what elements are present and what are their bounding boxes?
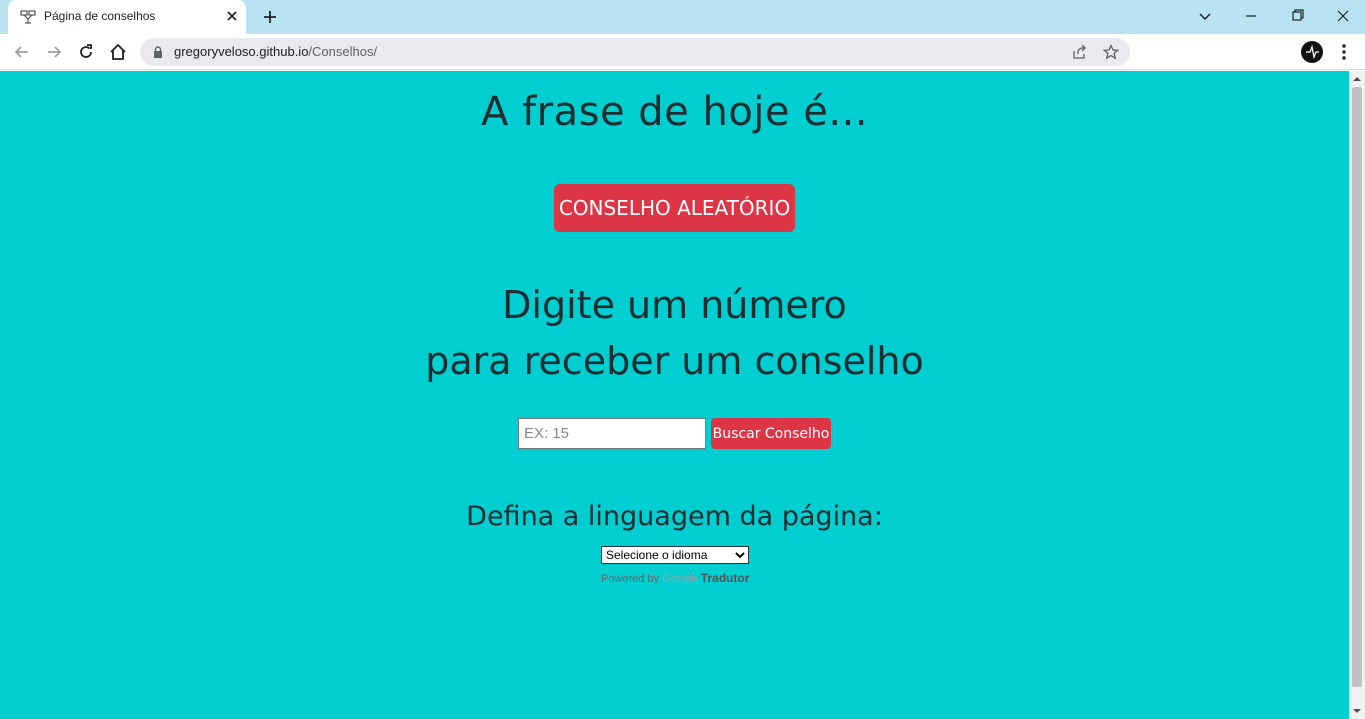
profile-avatar[interactable]: [1301, 41, 1323, 63]
url-host: gregoryveloso.github.io: [174, 44, 309, 59]
advice-number-input[interactable]: [518, 418, 706, 449]
minimize-icon[interactable]: [1239, 6, 1263, 26]
search-advice-button[interactable]: Buscar Conselho: [711, 418, 831, 449]
new-tab-icon[interactable]: [261, 8, 279, 26]
bookmark-star-icon[interactable]: [1103, 44, 1119, 60]
heading-today: A frase de hoje é...: [480, 89, 868, 135]
more-menu-icon[interactable]: [1336, 42, 1352, 62]
page-viewport: A frase de hoje é... CONSELHO ALEATÓRIO …: [0, 71, 1349, 719]
scroll-up-icon[interactable]: [1353, 75, 1361, 83]
back-icon[interactable]: [12, 42, 32, 62]
browser-tab[interactable]: Página de conselhos: [8, 0, 246, 34]
restore-icon[interactable]: [1285, 6, 1309, 26]
scroll-down-icon[interactable]: [1353, 707, 1361, 715]
tab-search-icon[interactable]: [1193, 6, 1217, 26]
translator-link[interactable]: Tradutor: [701, 571, 750, 585]
powered-by-label: Powered by: [601, 573, 660, 585]
url-path: /Conselhos/: [308, 44, 378, 59]
address-bar[interactable]: gregoryveloso.github.io/Conselhos/: [140, 38, 1130, 66]
tab-strip: Página de conselhos: [0, 0, 1365, 34]
random-advice-button[interactable]: CONSELHO ALEATÓRIO: [554, 184, 795, 232]
forward-icon[interactable]: [44, 42, 64, 62]
browser-toolbar: gregoryveloso.github.io/Conselhos/: [0, 34, 1365, 70]
heading-language: Defina a linguagem da página:: [466, 501, 883, 532]
share-icon[interactable]: [1071, 44, 1087, 60]
powered-by-google-translate: Powered by Google Tradutor: [601, 571, 749, 585]
url-text: gregoryveloso.github.io/Conselhos/: [174, 44, 377, 59]
profile-icon: [1306, 44, 1319, 60]
vertical-scrollbar[interactable]: [1349, 71, 1365, 719]
scrollbar-thumb[interactable]: [1352, 87, 1362, 687]
close-tab-icon[interactable]: [224, 8, 240, 24]
favicon-icon: [20, 10, 36, 24]
close-window-icon[interactable]: [1331, 6, 1355, 26]
google-logo[interactable]: Google: [662, 573, 697, 585]
tab-title: Página de conselhos: [44, 9, 156, 23]
heading-digit-line2: para receber um conselho: [425, 339, 924, 383]
heading-digit-line1: Digite um número: [502, 283, 847, 327]
reload-icon[interactable]: [76, 42, 96, 62]
home-icon[interactable]: [108, 42, 128, 62]
language-select[interactable]: Selecione o idioma: [601, 546, 749, 564]
lock-icon[interactable]: [152, 46, 164, 58]
